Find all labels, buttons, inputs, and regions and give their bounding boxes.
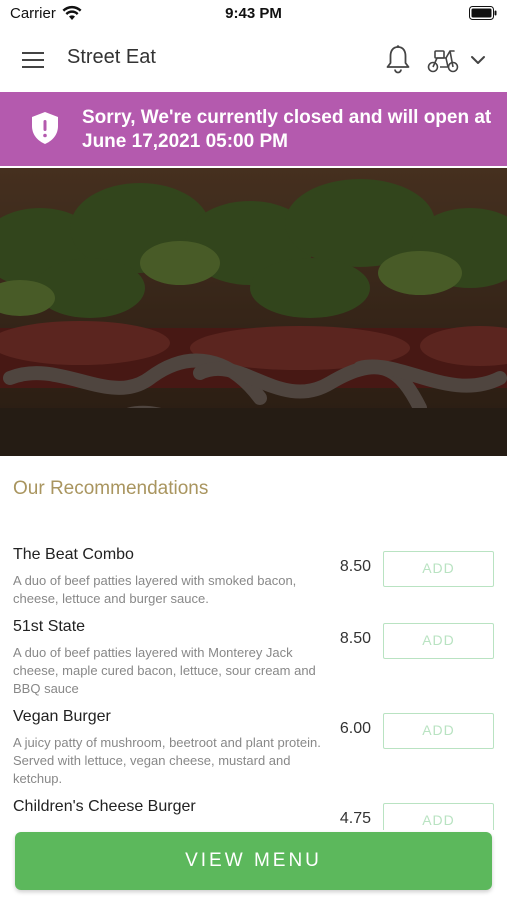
battery-icon	[469, 6, 497, 20]
app-bar: Street Eat	[0, 28, 507, 92]
item-name: The Beat Combo	[13, 546, 134, 563]
recommendations-title: Our Recommendations	[13, 478, 209, 499]
clock: 9:43 PM	[225, 5, 282, 22]
sandwich-image	[0, 168, 507, 456]
chevron-down-icon[interactable]	[468, 50, 488, 70]
add-button[interactable]: ADD	[383, 623, 494, 659]
bell-icon[interactable]	[384, 44, 412, 74]
add-button[interactable]: ADD	[383, 551, 494, 587]
recommendations-list: The Beat Combo A duo of beef patties lay…	[0, 540, 507, 830]
list-item: Vegan Burger A juicy patty of mushroom, …	[0, 708, 507, 798]
shield-alert-icon	[32, 112, 58, 144]
app-title: Street Eat	[67, 46, 156, 68]
item-price: 8.50	[339, 630, 371, 647]
item-name: Children's Cheese Burger	[13, 798, 196, 815]
list-item: 51st State A duo of beef patties layered…	[0, 618, 507, 708]
closed-banner: Sorry, We're currently closed and will o…	[0, 92, 507, 166]
item-name: Vegan Burger	[13, 708, 111, 725]
item-price: 4.75	[339, 810, 371, 827]
list-item: The Beat Combo A duo of beef patties lay…	[0, 546, 507, 618]
scooter-icon[interactable]	[426, 46, 460, 74]
menu-icon[interactable]	[20, 48, 46, 72]
add-button[interactable]: ADD	[383, 713, 494, 749]
view-menu-button[interactable]: VIEW MENU	[15, 832, 492, 890]
item-name: 51st State	[13, 618, 86, 635]
status-bar: Carrier 9:43 PM	[0, 0, 507, 28]
item-description: A juicy patty of mushroom, beetroot and …	[13, 735, 321, 786]
item-description: A duo of beef patties layered with smoke…	[13, 573, 297, 606]
item-price: 8.50	[339, 558, 371, 575]
closed-message: Sorry, We're currently closed and will o…	[82, 107, 492, 152]
hero-image	[0, 168, 507, 456]
item-price: 6.00	[339, 720, 371, 737]
add-button[interactable]: ADD	[383, 803, 494, 830]
item-description: A duo of beef patties layered with Monte…	[13, 645, 316, 696]
list-item: Children's Cheese Burger 4.75 ADD	[0, 798, 507, 830]
